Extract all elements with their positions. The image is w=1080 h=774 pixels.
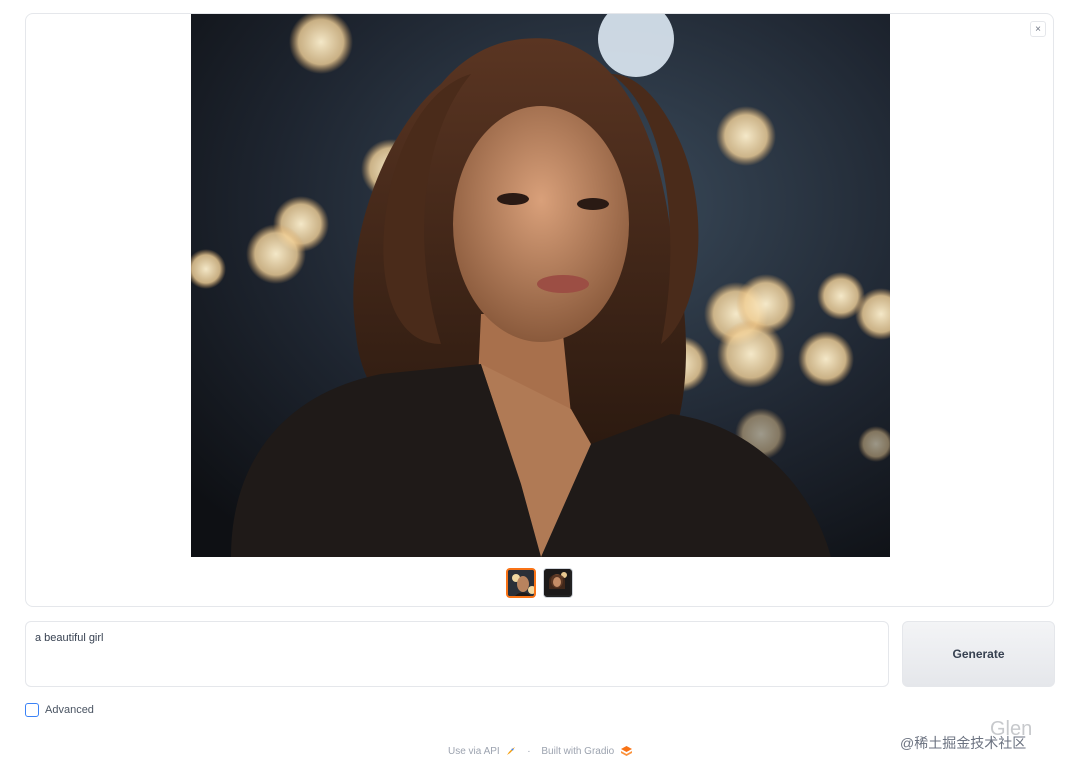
prompt-input[interactable]: a beautiful girl xyxy=(25,621,889,687)
thumbnail-image-icon xyxy=(544,569,570,595)
use-via-api-link[interactable]: Use via API xyxy=(448,746,519,757)
thumbnail-2[interactable] xyxy=(543,568,573,598)
advanced-label: Advanced xyxy=(45,704,94,716)
portrait-photo-icon xyxy=(191,14,890,557)
advanced-checkbox[interactable] xyxy=(25,703,39,717)
footer-separator: · xyxy=(527,746,531,757)
image-gallery: × xyxy=(25,13,1054,607)
built-with-gradio-link[interactable]: Built with Gradio xyxy=(541,746,632,757)
thumbnail-strip xyxy=(506,568,573,600)
built-with-gradio-label: Built with Gradio xyxy=(541,746,615,757)
generate-button-label: Generate xyxy=(952,647,1005,661)
advanced-toggle[interactable]: Advanced xyxy=(25,703,94,717)
thumbnail-image-icon xyxy=(508,570,534,596)
close-icon: × xyxy=(1035,24,1041,35)
prompt-text: a beautiful girl xyxy=(35,632,104,644)
gradio-logo-icon xyxy=(620,746,632,757)
generated-image[interactable] xyxy=(191,14,890,557)
thumbnail-1[interactable] xyxy=(506,568,536,598)
rocket-icon xyxy=(507,747,516,756)
generate-button[interactable]: Generate xyxy=(902,621,1055,687)
watermark-text: @稀土掘金技术社区 xyxy=(900,735,1027,751)
use-via-api-label: Use via API xyxy=(448,746,500,757)
watermark: Glen @稀土掘金技术社区 xyxy=(900,718,1080,768)
close-button[interactable]: × xyxy=(1030,21,1046,37)
